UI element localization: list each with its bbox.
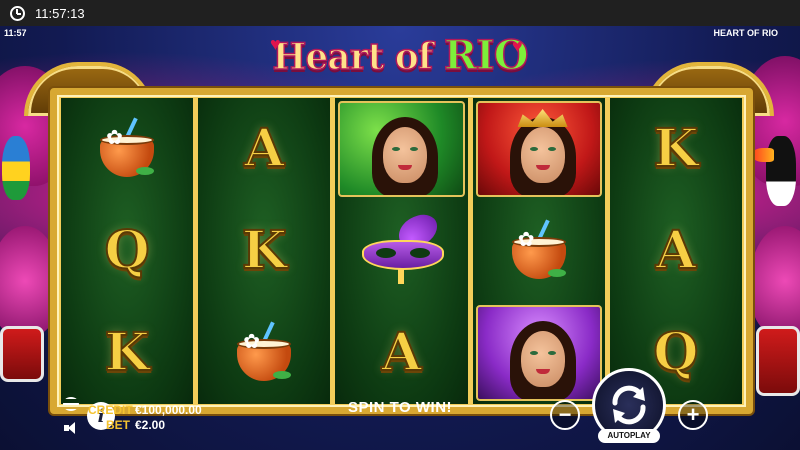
bet-label: BET xyxy=(106,418,130,432)
letter-symbol: Q xyxy=(652,322,699,383)
green-dancer-icon xyxy=(338,101,465,197)
reel-cell: K xyxy=(198,200,330,302)
reel-column: ✿ Q K xyxy=(61,98,194,404)
status-bar: 11:57:13 xyxy=(0,0,800,26)
credit-value: €100,000.00 xyxy=(135,403,202,417)
reel-cell xyxy=(335,98,467,200)
drum-icon xyxy=(0,326,44,382)
game-title-logo: Heart of RIO xyxy=(0,31,800,80)
letter-symbol: K xyxy=(652,118,699,179)
reel-grid: ✿ Q K A K ✿ A ✿ K A Q xyxy=(61,98,743,404)
sound-icon[interactable] xyxy=(64,422,80,434)
credit-meter: CREDIT €100,000.00 xyxy=(88,403,202,417)
coconut-drink-icon: ✿ xyxy=(504,219,574,283)
reel-column: ✿ xyxy=(472,98,605,404)
toucan-icon xyxy=(752,136,796,206)
purple-dancer-icon xyxy=(475,305,602,401)
bet-meter: BET €2.00 xyxy=(88,418,165,432)
bet-value: €2.00 xyxy=(135,418,166,432)
menu-icon[interactable] xyxy=(63,397,79,411)
heart-icon: ♥ xyxy=(270,34,281,54)
reel-cell xyxy=(335,200,467,302)
drum-icon xyxy=(756,326,800,396)
spin-message: SPIN TO WIN! xyxy=(347,399,453,416)
reel-cell: ✿ xyxy=(61,98,193,200)
reel-cell: ✿ xyxy=(473,200,605,302)
spin-arrows-icon xyxy=(612,385,646,425)
decrease-bet-button[interactable]: − xyxy=(550,400,580,430)
increase-bet-button[interactable]: + xyxy=(678,400,708,430)
title-text-part1: Heart of xyxy=(272,35,434,79)
reel-column: A K ✿ xyxy=(198,98,331,404)
reel-cell: Q xyxy=(61,200,193,302)
letter-symbol: Q xyxy=(103,220,150,281)
parrot-icon xyxy=(2,136,30,200)
letter-symbol: K xyxy=(103,322,150,383)
reel-cell: A xyxy=(335,302,467,404)
reel-cell xyxy=(473,302,605,404)
letter-symbol: A xyxy=(380,322,422,383)
letter-symbol: K xyxy=(241,220,288,281)
reel-cell xyxy=(473,98,605,200)
reel-cell: A xyxy=(610,200,742,302)
reel-column: KAQ xyxy=(609,98,743,404)
status-time: 11:57:13 xyxy=(35,5,85,21)
game-scene: 11:57 HEART OF RIO Heart of RIO ♥ ♥ ✿ Q K A… xyxy=(0,26,800,450)
reel-frame: ✿ Q K A K ✿ A ✿ K A Q xyxy=(50,88,753,414)
heart-icon: ♥ xyxy=(512,36,523,56)
red-queen-icon xyxy=(475,101,602,197)
reel-cell: K xyxy=(61,302,193,404)
coconut-drink-icon: ✿ xyxy=(92,117,162,181)
reel-cell: A xyxy=(198,98,330,200)
letter-symbol: A xyxy=(243,118,285,179)
reel-column: A xyxy=(335,98,468,404)
reel-cell: K xyxy=(610,98,742,200)
clock-icon xyxy=(10,5,25,21)
feather-decor-right-low xyxy=(750,226,800,336)
letter-symbol: A xyxy=(655,220,697,281)
carnival-mask-icon xyxy=(354,211,450,286)
autoplay-button[interactable]: AUTOPLAY xyxy=(598,429,660,443)
coconut-drink-icon: ✿ xyxy=(229,321,299,385)
reel-cell: ✿ xyxy=(198,302,330,404)
credit-label: CREDIT xyxy=(88,403,133,417)
